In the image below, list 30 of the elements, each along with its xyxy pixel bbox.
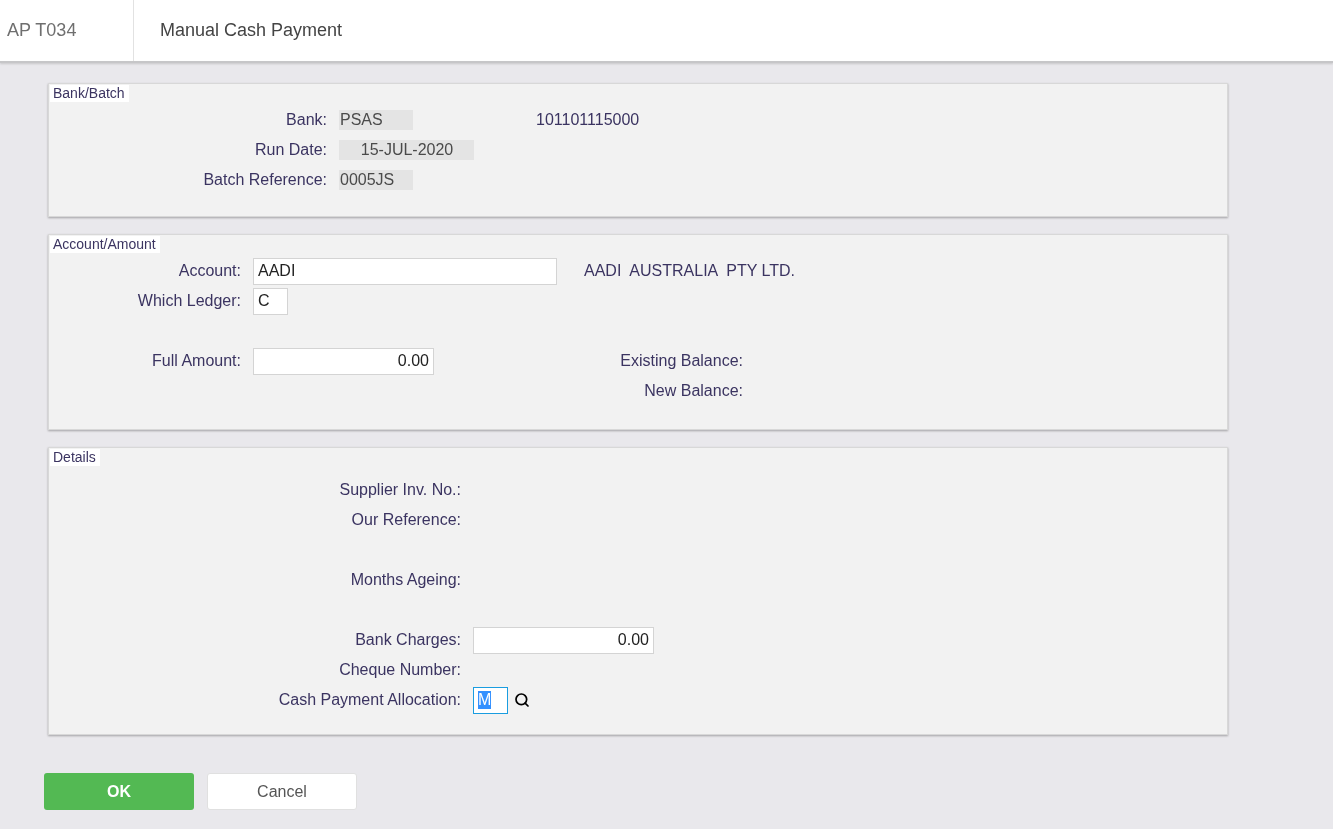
- field-label: Bank:: [286, 111, 327, 128]
- field-label: Cash Payment Allocation:: [278, 691, 461, 708]
- screen-code: AP T034: [7, 20, 77, 41]
- field-label: Full Amount:: [152, 352, 241, 369]
- screen-title: Manual Cash Payment: [159, 20, 343, 41]
- search-icon[interactable]: [514, 692, 530, 708]
- field-label: Account:: [178, 262, 241, 279]
- field-label: New Balance:: [644, 382, 743, 399]
- field-label: Months Ageing:: [350, 571, 461, 588]
- panel-legend: Details: [50, 449, 100, 466]
- readonly-field: 15-JUL-2020: [339, 140, 474, 160]
- field-label: Our Reference:: [351, 511, 461, 528]
- input-field[interactable]: 0.00: [253, 347, 434, 375]
- cancel-button[interactable]: Cancel: [207, 773, 357, 810]
- field-label: Supplier Inv. No.:: [339, 481, 461, 498]
- field-label: Which Ledger:: [137, 292, 241, 309]
- field-text: AADI AUSTRALIA PTY LTD.: [584, 262, 796, 280]
- readonly-field: 0005JS: [339, 170, 413, 190]
- input-field[interactable]: AADI: [253, 257, 557, 285]
- field-label: Cheque Number:: [339, 661, 461, 678]
- field-label: Run Date:: [254, 141, 327, 158]
- field-label: Bank Charges:: [355, 631, 461, 648]
- readonly-field: PSAS: [339, 110, 413, 130]
- field-text: 101101115000: [536, 111, 640, 129]
- panel-legend: Bank/Batch: [50, 85, 129, 102]
- input-field[interactable]: C: [253, 287, 288, 315]
- field-label: Batch Reference:: [203, 171, 327, 188]
- panel-legend: Account/Amount: [50, 236, 160, 253]
- input-field[interactable]: 0.00: [473, 626, 654, 654]
- field-label: Existing Balance:: [620, 352, 743, 369]
